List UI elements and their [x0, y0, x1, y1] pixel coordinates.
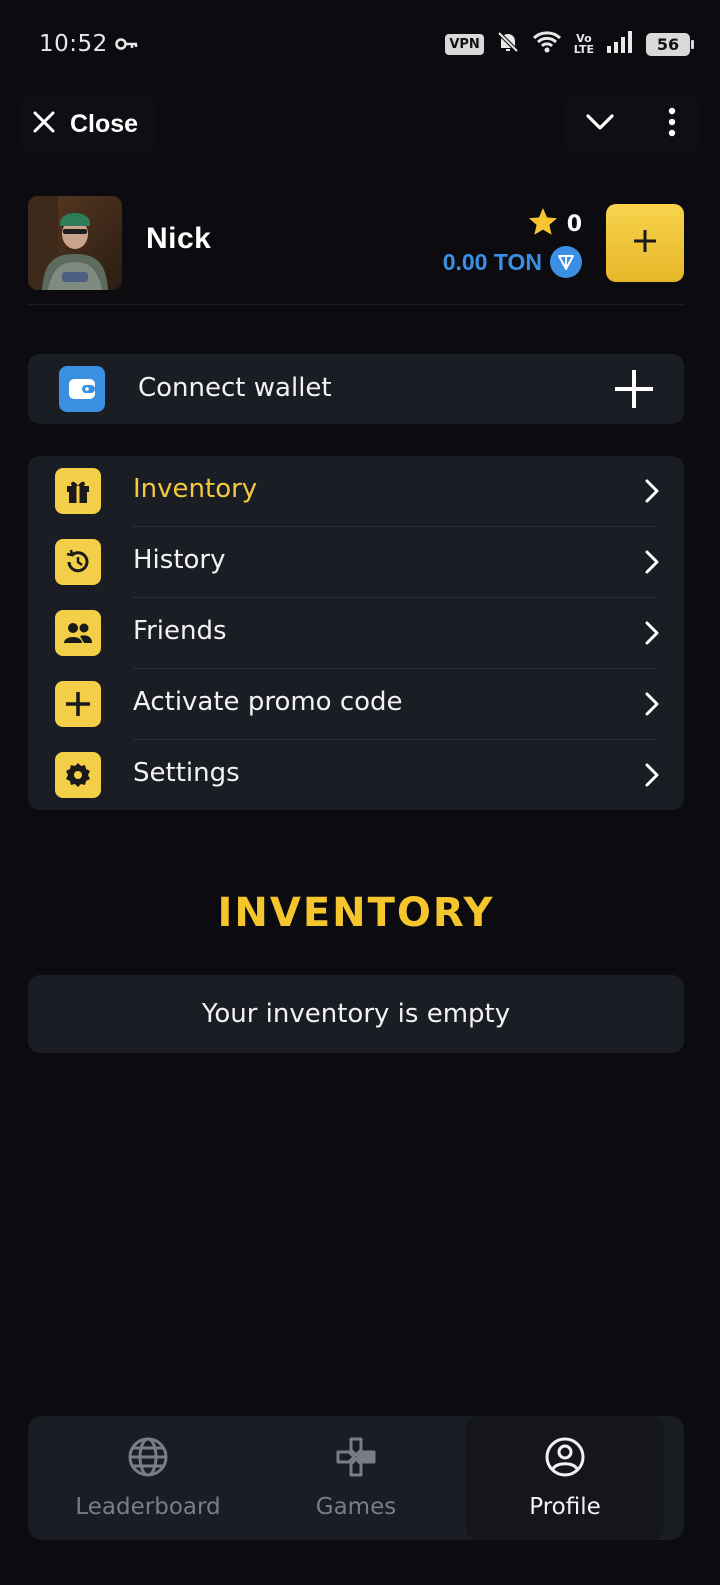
- gear-icon: [55, 752, 101, 798]
- stars-value: 0: [566, 211, 582, 237]
- collapse-button[interactable]: [572, 96, 628, 152]
- nav-label: Games: [315, 1494, 397, 1520]
- header-divider: [28, 304, 684, 305]
- status-icons: VPN Vo LTE 56: [445, 30, 694, 58]
- wallet-icon: [59, 366, 105, 412]
- chevron-down-icon: [585, 112, 615, 136]
- friends-icon: [55, 610, 101, 656]
- nav-games[interactable]: Games: [248, 1416, 464, 1540]
- volte-icon: Vo LTE: [573, 32, 594, 56]
- close-icon: [32, 110, 56, 138]
- user-circle-icon: [544, 1436, 586, 1482]
- ton-value: 0.00 TON: [442, 248, 542, 275]
- menu-item-label: Friends: [133, 616, 227, 646]
- menu-item-settings[interactable]: Settings: [28, 740, 684, 811]
- menu-item-friends[interactable]: Friends: [28, 598, 684, 669]
- inventory-empty-state: Your inventory is empty: [28, 975, 684, 1053]
- stars-balance: 0: [527, 206, 582, 242]
- plus-icon: [612, 367, 656, 411]
- menu-item-history[interactable]: History: [28, 527, 684, 598]
- more-vertical-icon: [668, 107, 676, 141]
- status-time: 10:52: [39, 31, 108, 57]
- username: Nick: [146, 222, 212, 255]
- chevron-right-icon: [644, 762, 660, 792]
- nav-label: Leaderboard: [75, 1494, 221, 1520]
- plus-icon: [55, 681, 101, 727]
- top-right-controls: [562, 96, 702, 152]
- connect-wallet-button[interactable]: Connect wallet: [28, 354, 684, 424]
- add-funds-button[interactable]: [606, 204, 684, 282]
- signal-icon: [606, 31, 634, 57]
- status-bar: 10:52 VPN Vo LTE 56: [0, 0, 720, 92]
- menu-item-inventory[interactable]: Inventory: [28, 456, 684, 527]
- chevron-right-icon: [644, 549, 660, 579]
- bottom-nav: Leaderboard Games Profile: [28, 1416, 684, 1540]
- globe-icon: [127, 1436, 169, 1482]
- gift-icon: [55, 468, 101, 514]
- wifi-icon: [532, 30, 562, 58]
- chevron-right-icon: [644, 691, 660, 721]
- star-icon: [527, 206, 559, 242]
- history-icon: [55, 539, 101, 585]
- menu-item-label: Inventory: [133, 474, 258, 504]
- inventory-title: INVENTORY: [217, 890, 495, 936]
- more-button[interactable]: [652, 96, 692, 152]
- nav-leaderboard[interactable]: Leaderboard: [40, 1416, 256, 1540]
- menu-item-label: History: [133, 545, 226, 575]
- avatar: [28, 196, 122, 290]
- menu-item-label: Activate promo code: [133, 687, 403, 717]
- gamepad-icon: [335, 1436, 377, 1482]
- close-label: Close: [70, 109, 139, 138]
- plus-icon: [631, 227, 659, 259]
- nav-label: Profile: [529, 1494, 601, 1520]
- inventory-empty-text: Your inventory is empty: [201, 999, 511, 1029]
- ton-balance: 0.00 TON: [443, 246, 582, 278]
- chevron-right-icon: [644, 620, 660, 650]
- connect-wallet-label: Connect wallet: [138, 373, 332, 403]
- ton-icon: [550, 246, 582, 278]
- key-icon: [115, 36, 139, 56]
- menu-item-label: Settings: [133, 758, 240, 788]
- chevron-right-icon: [644, 478, 660, 508]
- menu-item-promo-code[interactable]: Activate promo code: [28, 669, 684, 740]
- battery-icon: 56: [646, 32, 694, 56]
- close-button[interactable]: Close: [18, 96, 159, 152]
- nav-profile[interactable]: Profile: [466, 1416, 664, 1540]
- bell-off-icon: [496, 30, 520, 58]
- vpn-icon: VPN: [445, 33, 484, 55]
- profile-menu: Inventory History Friends Activate promo…: [28, 456, 684, 810]
